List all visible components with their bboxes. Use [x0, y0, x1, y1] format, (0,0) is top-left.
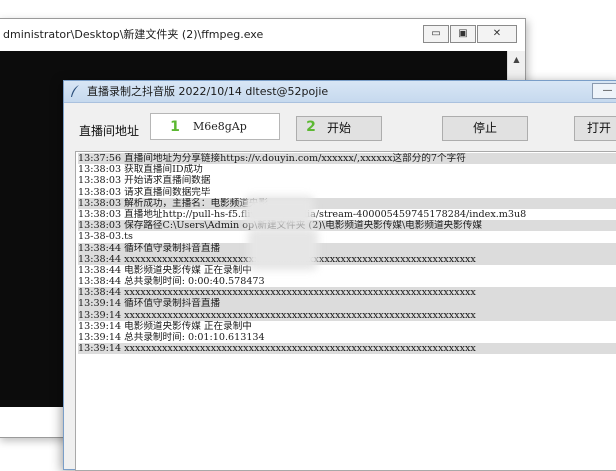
redaction-blur: [248, 228, 318, 270]
log-line: 13:37:56 直播间地址为分享链接https://v.douyin.com/…: [78, 153, 616, 165]
app-minimize-button[interactable]: —: [592, 83, 616, 99]
stop-button[interactable]: 停止: [442, 116, 528, 141]
log-line: 13:39:14 循环值守录制抖音直播: [78, 298, 616, 310]
app-titlebar: 直播录制之抖音版 2022/10/14 dltest@52pojie —: [64, 81, 616, 103]
redaction-blur: [244, 196, 314, 226]
log-line: 13:38:03 直播地址http://pull-hs-f5.flive.d m…: [78, 208, 527, 220]
console-window-controls: ▭ ▣ ✕: [422, 25, 517, 43]
console-close-button[interactable]: ✕: [477, 25, 517, 43]
app-window: 直播录制之抖音版 2022/10/14 dltest@52pojie — 直播间…: [63, 80, 616, 471]
log-list: 13:37:56 直播间地址为分享链接https://v.douyin.com/…: [76, 152, 616, 355]
scroll-up-icon[interactable]: ▲: [508, 51, 525, 68]
log-line: 13:38:03 解析成功，主播名：电影频道央影: [78, 197, 616, 209]
url-label: 直播间地址: [79, 124, 140, 138]
step-2-badge: 2: [306, 119, 316, 135]
app-title: 直播录制之抖音版 2022/10/14 dltest@52pojie: [87, 85, 329, 98]
log-line: 13:38:44 xxxxxxxxxxxxxxxxxxxxxxxxxxxxxxx…: [78, 287, 616, 299]
console-minimize-button[interactable]: ▭: [423, 25, 449, 43]
log-line: 13:38:44 电影频道央影传媒 正在录制中: [78, 264, 252, 276]
console-maximize-button[interactable]: ▣: [450, 25, 476, 43]
feather-icon: [71, 85, 79, 97]
log-line: 13:38:44 总共录制时间: 0:00:40.578473: [78, 276, 265, 288]
log-line: 13:38:03 开始请求直播间数据: [78, 175, 211, 187]
log-line: 13:38:44 xxxxxxxxxxxxxxxxxxxxxxxxxxxxxxx…: [78, 253, 616, 265]
log-line: 13:38:44 循环值守录制抖音直播: [78, 242, 616, 254]
open-button[interactable]: 打开: [574, 116, 616, 141]
console-title: dministrator\Desktop\新建文件夹 (2)\ffmpeg.ex…: [3, 28, 264, 41]
log-panel[interactable]: 13:37:56 直播间地址为分享链接https://v.douyin.com/…: [75, 151, 616, 471]
log-line: 13:38:03 获取直播间ID成功: [78, 164, 203, 176]
log-line: 13:38:03 请求直播间数据完毕: [78, 186, 211, 198]
log-line: 13:38:03 保存路径C:\Users\Admin op\新建文件夹 (2)…: [78, 220, 616, 232]
console-titlebar: dministrator\Desktop\新建文件夹 (2)\ffmpeg.ex…: [0, 19, 525, 51]
log-line: 13-38-03.ts: [78, 231, 133, 243]
log-line: 13:39:14 电影频道央影传媒 正在录制中: [78, 320, 252, 332]
log-line: 13:39:14 总共录制时间: 0:01:10.613134: [78, 332, 265, 343]
log-line: 13:39:14 xxxxxxxxxxxxxxxxxxxxxxxxxxxxxxx…: [78, 343, 616, 355]
step-1-badge: 1: [170, 119, 180, 135]
log-line: 13:39:14 xxxxxxxxxxxxxxxxxxxxxxxxxxxxxxx…: [78, 309, 616, 321]
